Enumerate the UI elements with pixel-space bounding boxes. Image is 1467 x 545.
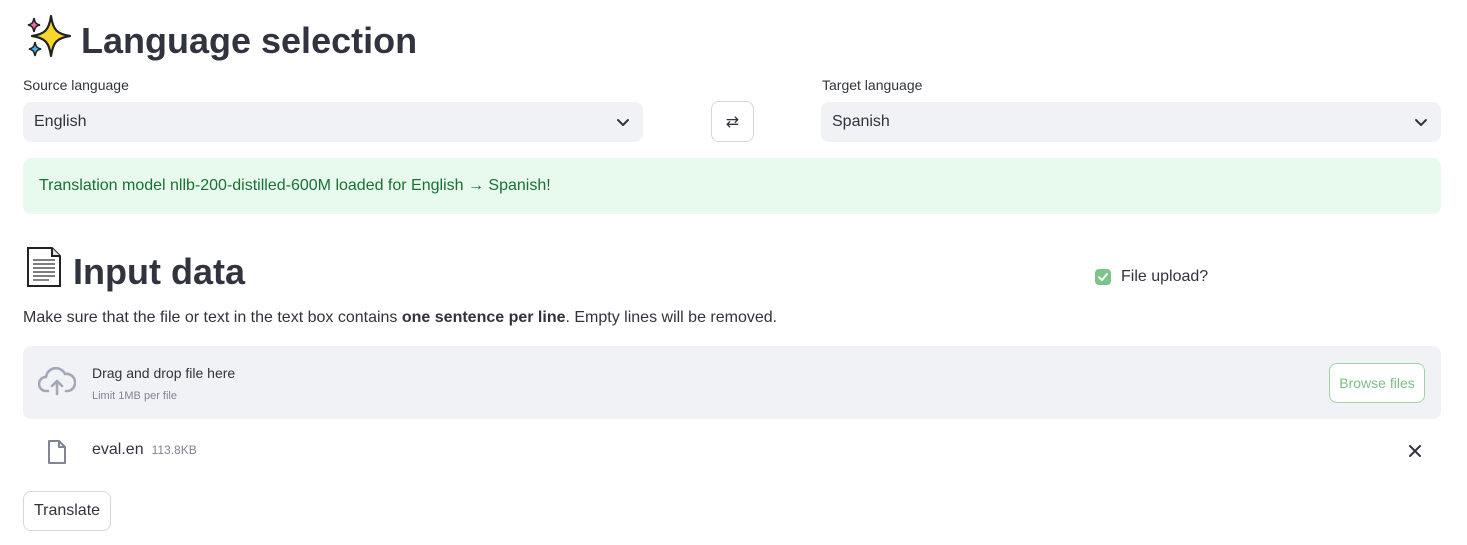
- chevron-down-icon: [617, 119, 629, 126]
- page-title: Language selection: [81, 20, 418, 61]
- cloud-upload-icon: [38, 366, 76, 396]
- instructions-text-start: Make sure that the file or text in the t…: [23, 309, 402, 326]
- checkbox-checked-icon: [1095, 269, 1111, 285]
- target-language-label: Target language: [822, 77, 923, 93]
- dropzone-title: Drag and drop file here: [92, 365, 236, 381]
- close-icon[interactable]: [1408, 444, 1422, 458]
- file-size: 113.8KB: [151, 443, 197, 457]
- translate-button[interactable]: Translate: [23, 491, 111, 531]
- instructions-text: Make sure that the file or text in the t…: [23, 309, 777, 327]
- file-upload-checkbox[interactable]: File upload?: [1095, 268, 1208, 286]
- source-language-value: English: [34, 113, 87, 130]
- model-loaded-alert: Translation model nllb-200-distilled-600…: [23, 158, 1441, 214]
- input-data-heading: Input data: [25, 246, 245, 298]
- alert-text: Translation model nllb-200-distilled-600…: [39, 177, 551, 194]
- uploaded-file-row: eval.en 113.8KB: [23, 432, 1441, 470]
- source-language-select[interactable]: English: [23, 102, 643, 142]
- file-upload-label: File upload?: [1121, 268, 1209, 285]
- file-name: eval.en: [92, 441, 144, 458]
- swap-icon: ⇄: [725, 113, 740, 131]
- file-dropzone[interactable]: Drag and drop file here Limit 1MB per fi…: [23, 346, 1441, 419]
- swap-languages-button[interactable]: ⇄: [711, 101, 754, 142]
- target-language-value: Spanish: [832, 113, 890, 130]
- sparkles-icon: [25, 14, 72, 68]
- source-language-label: Source language: [23, 77, 129, 93]
- chevron-down-icon: [1415, 119, 1427, 126]
- file-info: eval.en 113.8KB: [92, 441, 197, 459]
- target-language-select[interactable]: Spanish: [821, 102, 1441, 142]
- browse-files-button[interactable]: Browse files: [1329, 363, 1425, 403]
- instructions-emphasis: one sentence per line: [401, 309, 566, 326]
- file-icon: [48, 440, 66, 464]
- page-icon: [25, 246, 63, 298]
- dropzone-limit: Limit 1MB per file: [92, 390, 177, 402]
- language-selection-heading: Language selection: [25, 14, 417, 68]
- instructions-text-end: . Empty lines will be removed.: [565, 309, 778, 326]
- input-data-title: Input data: [73, 251, 245, 292]
